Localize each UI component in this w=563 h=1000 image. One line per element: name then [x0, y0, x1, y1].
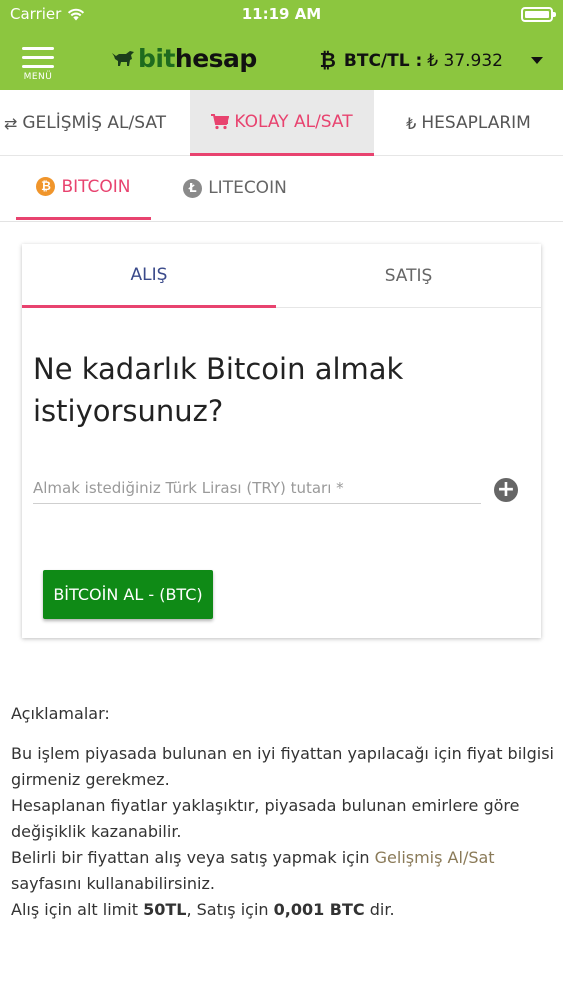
tab-label: LITECOIN	[208, 178, 287, 198]
tab-easy-trade[interactable]: KOLAY AL/SAT	[190, 90, 374, 156]
status-bar: Carrier 11:19 AM	[0, 0, 563, 30]
tab-litecoin[interactable]: Ł LITECOIN	[170, 156, 300, 220]
bitcoin-icon: ₿	[319, 48, 336, 72]
menu-label: MENÜ	[23, 72, 53, 82]
plus-circle-icon[interactable]: +	[494, 478, 518, 502]
litecoin-icon: Ł	[183, 178, 203, 198]
tab-label: BITCOIN	[61, 176, 131, 197]
cart-icon	[211, 113, 230, 129]
app-header: MENÜ bithesap ₿ BTC/TL : ₺ 37.932	[0, 30, 563, 90]
lira-icon: ₺	[406, 113, 417, 133]
menu-button[interactable]: MENÜ	[20, 44, 56, 84]
buy-bitcoin-button[interactable]: BİTCOİN AL - (BTC)	[43, 570, 213, 619]
exchange-icon: ⇄	[3, 113, 18, 133]
tab-label: HESAPLARIM	[421, 113, 531, 133]
tab-label: GELİŞMİŞ AL/SAT	[22, 113, 167, 133]
notes-title: Açıklamalar:	[11, 704, 110, 723]
amount-input[interactable]	[33, 472, 481, 504]
price-ticker[interactable]: ₿ BTC/TL : ₺ 37.932	[320, 48, 503, 73]
buy-limit: 50TL	[143, 900, 187, 919]
main-tabs: ⇄ GELİŞMİŞ AL/SAT KOLAY AL/SAT ₺ HESAPLA…	[0, 90, 563, 156]
logo-bit: bit	[138, 44, 175, 73]
bitcoin-icon: ₿	[36, 177, 56, 196]
note-line: Bu işlem piyasada bulunan en iyi fiyatta…	[11, 744, 554, 789]
buy-sell-tabs: ALIŞ SATIŞ	[22, 244, 541, 308]
bull-icon	[112, 50, 134, 66]
hamburger-icon	[22, 47, 54, 50]
tab-advanced-trade[interactable]: ⇄ GELİŞMİŞ AL/SAT	[0, 90, 190, 156]
tab-label: KOLAY AL/SAT	[234, 111, 353, 132]
tab-sell[interactable]: SATIŞ	[276, 244, 541, 308]
note-line: Belirli bir fiyattan alış veya satış yap…	[11, 848, 495, 893]
clock: 11:19 AM	[241, 5, 322, 23]
note-line: Hesaplanan fiyatlar yaklaşıktır, piyasad…	[11, 796, 520, 841]
battery-icon	[521, 7, 556, 22]
note-line: Alış için alt limit 50TL, Satış için 0,0…	[11, 900, 395, 919]
tab-accounts[interactable]: ₺ HESAPLARIM	[374, 90, 563, 156]
notes-section: Açıklamalar: Bu işlem piyasada bulunan e…	[11, 701, 556, 923]
trade-card: ALIŞ SATIŞ Ne kadarlık Bitcoin almak ist…	[22, 244, 541, 638]
bithesap-logo[interactable]: bithesap	[110, 44, 257, 73]
price-label: BTC/TL :	[343, 50, 423, 71]
tab-buy[interactable]: ALIŞ	[22, 244, 276, 308]
coin-tabs: ₿ BITCOIN Ł LITECOIN	[0, 156, 563, 222]
tab-bitcoin[interactable]: ₿ BITCOIN	[16, 156, 151, 220]
caret-down-icon[interactable]	[531, 57, 543, 64]
logo-hesap: hesap	[174, 44, 257, 73]
price-value: ₺ 37.932	[427, 50, 503, 71]
buy-question: Ne kadarlık Bitcoin almak istiyorsunuz?	[33, 352, 404, 428]
advanced-trade-link[interactable]: Gelişmiş Al/Sat	[375, 848, 495, 867]
sell-limit: 0,001 BTC	[273, 900, 365, 919]
